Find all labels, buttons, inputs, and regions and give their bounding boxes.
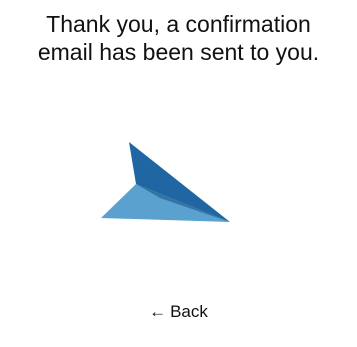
paper-plane-icon bbox=[101, 142, 230, 222]
back-link[interactable]: ← Back bbox=[0, 301, 357, 323]
confirmation-line-2: email has been sent to you. bbox=[37, 39, 320, 65]
back-label: Back bbox=[170, 302, 208, 321]
confirmation-message: Thank you, a confirmation email has been… bbox=[0, 10, 357, 66]
confirmation-line-1: Thank you, a confirmation bbox=[46, 11, 311, 37]
left-arrow-icon: ← bbox=[149, 302, 167, 321]
